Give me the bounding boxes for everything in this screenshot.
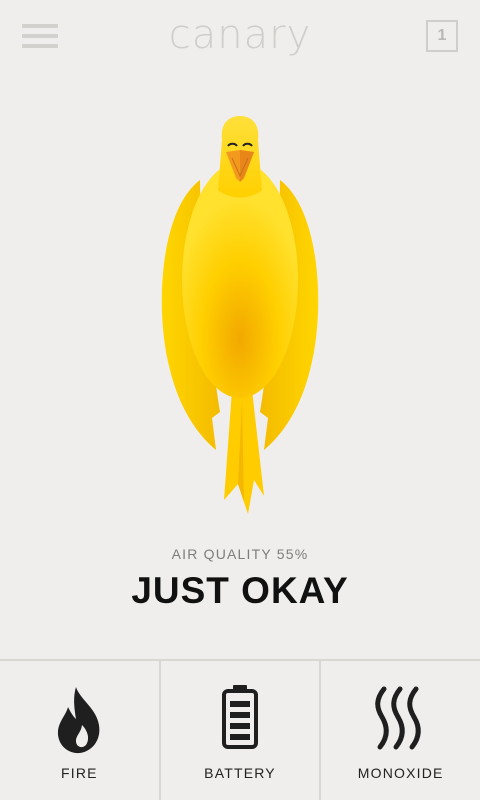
smoke-waves-icon [374, 686, 421, 750]
sensor-bar: FIRE BATTERY MONOXIDE [0, 659, 480, 800]
canary-bird-icon [161, 116, 319, 514]
air-quality-status: AIR QUALITY 55% JUST OKAY [0, 546, 480, 612]
sensor-fire[interactable]: FIRE [0, 661, 159, 800]
air-quality-reading: AIR QUALITY 55% [171, 546, 309, 562]
battery-icon [222, 685, 258, 749]
sensor-monoxide[interactable]: MONOXIDE [319, 661, 480, 800]
sensor-fire-label: FIRE [60, 765, 98, 781]
app-title: canary [168, 12, 312, 58]
sensor-monoxide-label: MONOXIDE [357, 765, 444, 781]
air-quality-state: JUST OKAY [131, 570, 349, 611]
app-header: canary 1 [0, 0, 480, 76]
canary-illustration [140, 100, 340, 520]
sensor-battery-label: BATTERY [204, 765, 276, 781]
flame-icon [58, 687, 100, 754]
sensor-battery[interactable]: BATTERY [158, 661, 320, 800]
notification-count-badge[interactable]: 1 [426, 20, 458, 52]
